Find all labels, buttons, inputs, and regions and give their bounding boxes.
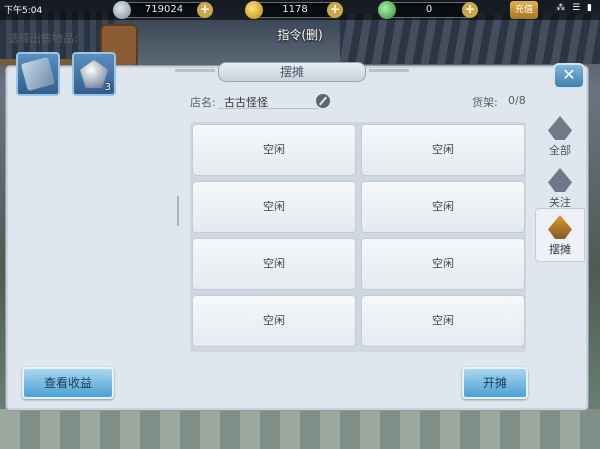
all-tab-icon	[548, 116, 572, 140]
jade-amount: 0	[425, 4, 433, 15]
shelf-count: 0/8	[508, 94, 526, 107]
panel-title: 摆摊	[175, 62, 409, 82]
recharge-button[interactable]: 充值	[510, 1, 538, 19]
gold-amount: 1178	[282, 4, 308, 15]
shelf-slot[interactable]: 空闲	[361, 124, 525, 176]
status-bar: 下午5:04 ⁂ ☰ ▮ 719024 + 1178 + 0 + 充值	[0, 0, 600, 20]
silver-amount: 719024	[144, 4, 184, 15]
scroll-icon	[20, 56, 56, 92]
panel-divider	[176, 116, 180, 356]
add-silver-button[interactable]: +	[197, 2, 213, 18]
item-count: 3	[104, 82, 111, 93]
edit-icon[interactable]	[316, 94, 330, 108]
tab-label: 摆摊	[549, 243, 571, 256]
add-gold-button[interactable]: +	[327, 2, 343, 18]
tab-stall[interactable]: 摆摊	[535, 208, 585, 262]
command-title: 指令(删)	[277, 28, 323, 42]
gold-resource: 1178 +	[245, 1, 343, 19]
shop-name: 古古怪怪	[224, 96, 268, 109]
jade-icon	[378, 1, 396, 19]
shelf-slot[interactable]: 空闲	[192, 124, 356, 176]
favorites-tab-icon	[548, 168, 572, 192]
silver-coin-icon	[113, 1, 131, 19]
silver-resource: 719024 +	[113, 1, 213, 19]
shelf-label: 货架:	[472, 96, 498, 109]
close-button[interactable]: ✕	[553, 63, 585, 89]
shelf-slot[interactable]: 空闲	[192, 295, 356, 347]
shelf-slot[interactable]: 空闲	[361, 295, 525, 347]
stall-tab-icon	[548, 215, 572, 239]
shelf-slot[interactable]: 空闲	[192, 181, 356, 233]
view-income-button[interactable]: 查看收益	[22, 367, 114, 399]
select-items-label: 选择出售物品:	[8, 32, 78, 45]
tab-label: 全部	[549, 144, 571, 157]
open-stall-button[interactable]: 开摊	[462, 367, 528, 399]
system-icons: ⁂ ☰ ▮	[556, 3, 594, 13]
jade-resource: 0 +	[378, 1, 478, 19]
background-ground	[0, 409, 600, 449]
add-jade-button[interactable]: +	[462, 2, 478, 18]
shelf-slot[interactable]: 空闲	[361, 238, 525, 290]
inventory-item-scroll[interactable]	[16, 52, 60, 96]
side-tabs: 全部 关注 摆摊	[535, 92, 585, 312]
inventory-item-crystal[interactable]: 3	[72, 52, 116, 96]
tab-all[interactable]: 全部	[535, 110, 585, 164]
shop-name-label: 店名:	[190, 96, 216, 109]
gold-ingot-icon	[245, 1, 263, 19]
shelf-slot[interactable]: 空闲	[361, 181, 525, 233]
status-time: 下午5:04	[4, 6, 43, 16]
shelf-slot[interactable]: 空闲	[192, 238, 356, 290]
